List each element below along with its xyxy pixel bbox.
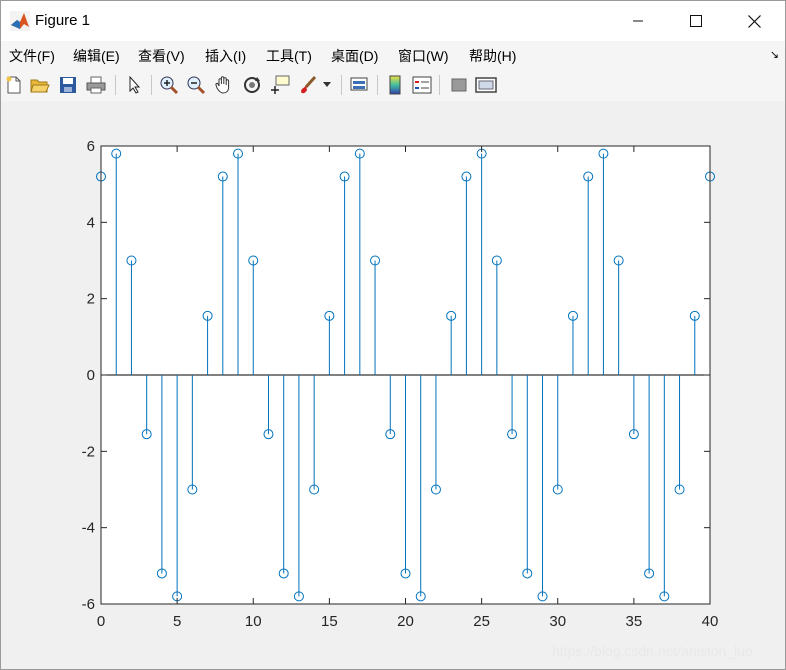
zoom-in-button[interactable]: [158, 74, 180, 96]
data-cursor-icon: [271, 75, 290, 94]
brush-dropdown[interactable]: [321, 74, 333, 96]
dock-arrow-icon[interactable]: ↘: [770, 48, 779, 61]
pan-hand-icon: [215, 76, 230, 94]
maximize-button[interactable]: [673, 1, 719, 41]
figure-canvas: 0 5 10 15 20 25 30 35 40 -6 -4 -2 0 2 4 6: [1, 101, 785, 641]
minimize-button[interactable]: [615, 1, 661, 41]
toolbar-separator: [377, 75, 378, 95]
hide-plot-tools-button[interactable]: [448, 74, 470, 96]
toolbar-separator: [341, 75, 342, 95]
link-plot-icon: [350, 77, 368, 91]
y-tick-label: -6: [82, 596, 95, 613]
pan-button[interactable]: [213, 74, 235, 96]
brush-icon: [301, 75, 317, 94]
hide-plot-tools-icon: [451, 78, 467, 92]
x-tick-label: 20: [397, 613, 414, 630]
zoom-out-button[interactable]: [185, 74, 207, 96]
menu-bar: 文件(F) 编辑(E) 查看(V) 插入(I) 工具(T) 桌面(D) 窗口(W…: [1, 41, 785, 69]
link-plot-button[interactable]: [348, 74, 370, 96]
colorbar-icon: [389, 75, 401, 95]
close-icon: [747, 14, 761, 28]
y-tick-label: -2: [82, 443, 95, 460]
menu-desktop[interactable]: 桌面(D): [331, 46, 378, 66]
show-plot-tools-button[interactable]: [475, 74, 497, 96]
print-button[interactable]: [85, 74, 107, 96]
toolbar-separator: [151, 75, 152, 95]
title-bar: Figure 1: [1, 1, 785, 41]
minimize-icon: [633, 20, 643, 22]
y-tick-label: 0: [87, 367, 95, 384]
y-tick-label: 2: [87, 291, 95, 308]
legend-button[interactable]: [411, 74, 433, 96]
menu-tools[interactable]: 工具(T): [266, 46, 312, 66]
menu-insert[interactable]: 插入(I): [205, 46, 246, 66]
rotate-3d-button[interactable]: [241, 74, 263, 96]
colorbar-button[interactable]: [384, 74, 406, 96]
figure-toolbar: [1, 69, 785, 102]
y-tick-label: 6: [87, 138, 95, 155]
save-button[interactable]: [57, 74, 79, 96]
toolbar-separator: [439, 75, 440, 95]
y-tick-label: -4: [82, 520, 95, 537]
window-title: Figure 1: [35, 12, 91, 29]
rotate-3d-icon: [244, 77, 260, 93]
x-tick-label: 30: [549, 613, 566, 630]
zoom-out-icon: [187, 76, 206, 95]
close-button[interactable]: [731, 1, 777, 41]
show-plot-tools-icon: [475, 77, 497, 93]
x-tick-label: 0: [97, 613, 105, 630]
open-file-button[interactable]: [29, 74, 51, 96]
menu-window[interactable]: 窗口(W): [398, 46, 449, 66]
save-icon: [60, 77, 76, 93]
figure-window: Figure 1 文件(F) 编辑(E) 查看(V) 插入(I) 工具(T) 桌…: [0, 0, 786, 670]
menu-edit[interactable]: 编辑(E): [73, 46, 120, 66]
menu-file[interactable]: 文件(F): [9, 46, 55, 66]
select-button[interactable]: [123, 74, 145, 96]
brush-button[interactable]: [297, 74, 319, 96]
x-tick-label: 35: [626, 613, 643, 630]
new-figure-icon: [6, 76, 21, 94]
chevron-down-icon: [323, 82, 331, 87]
data-cursor-button[interactable]: [269, 74, 291, 96]
maximize-icon: [690, 15, 702, 27]
zoom-in-icon: [160, 76, 179, 95]
select-arrow-icon: [129, 76, 141, 94]
x-tick-label: 15: [321, 613, 338, 630]
toolbar-separator: [115, 75, 116, 95]
new-figure-button[interactable]: [3, 74, 25, 96]
x-tick-label: 25: [473, 613, 490, 630]
x-tick-label: 10: [245, 613, 262, 630]
y-tick-label: 4: [87, 214, 95, 231]
open-file-icon: [30, 79, 50, 93]
x-tick-label: 40: [702, 613, 719, 630]
print-icon: [86, 76, 106, 94]
legend-icon: [412, 76, 432, 94]
watermark-text: https://blog.csdn.net/aniston_luo: [552, 643, 753, 659]
matlab-logo-icon: [10, 11, 30, 31]
menu-view[interactable]: 查看(V): [138, 46, 185, 66]
x-tick-label: 5: [173, 613, 181, 630]
menu-help[interactable]: 帮助(H): [469, 46, 516, 66]
